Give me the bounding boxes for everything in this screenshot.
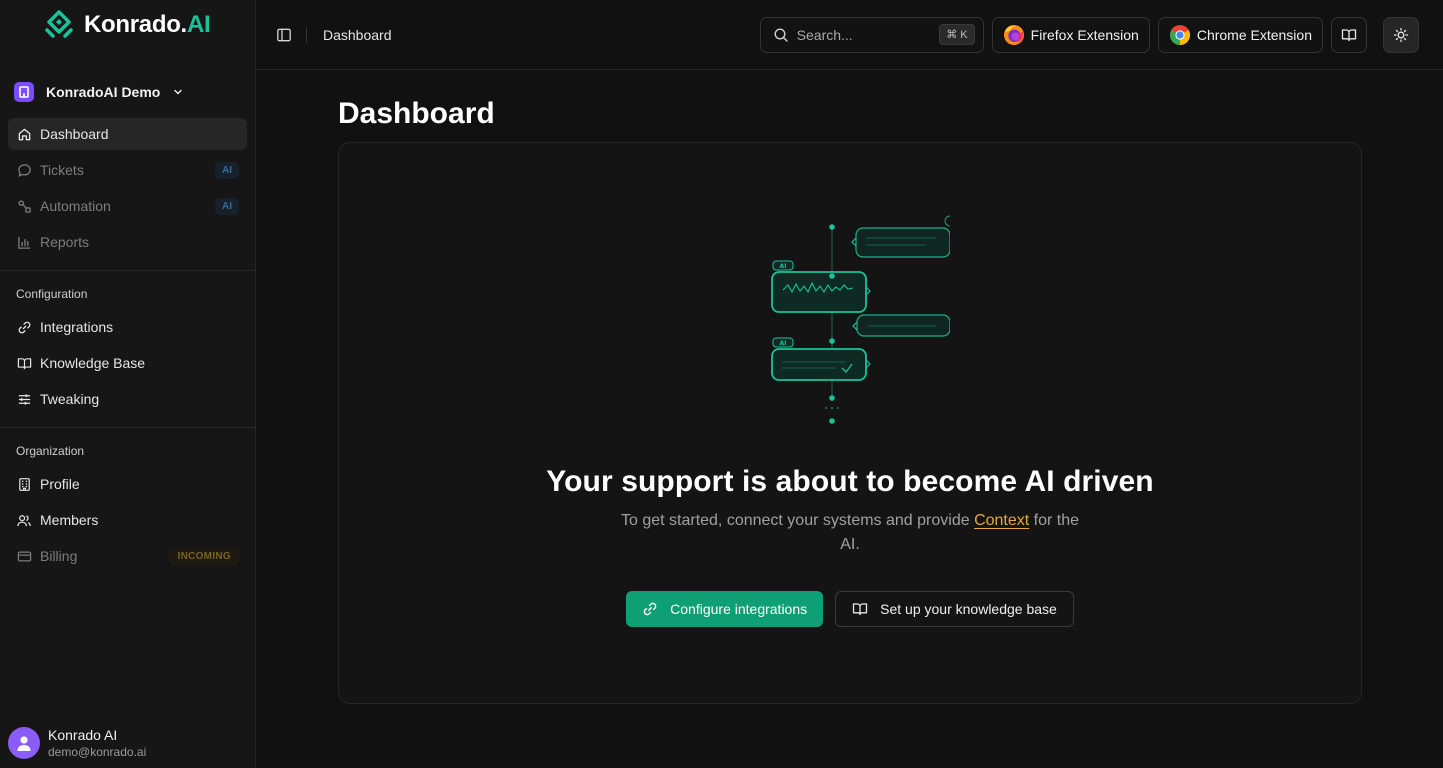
home-icon xyxy=(16,126,32,142)
link-icon xyxy=(643,602,657,616)
chrome-icon xyxy=(1169,24,1190,45)
avatar xyxy=(8,727,40,759)
main-nav: Dashboard Tickets AI Automation AI Repor… xyxy=(0,118,255,262)
setup-knowledge-base-button[interactable]: Set up your knowledge base xyxy=(835,591,1074,627)
chevron-down-icon xyxy=(172,86,184,98)
chrome-extension-button[interactable]: Chrome Extension xyxy=(1157,16,1323,53)
incoming-badge: INCOMING xyxy=(169,547,239,565)
user-icon xyxy=(17,736,31,751)
sidebar-item-label: Members xyxy=(40,512,99,528)
sidebar-item-label: Integrations xyxy=(40,319,114,335)
configuration-nav: Integrations Knowledge Base Tweaking xyxy=(0,311,255,419)
theme-toggle-button[interactable] xyxy=(1383,16,1419,53)
search-input[interactable]: Search... ⌘ K xyxy=(759,16,984,53)
firefox-extension-label: Firefox Extension xyxy=(1030,26,1139,43)
sidebar-item-dashboard[interactable]: Dashboard xyxy=(8,118,247,150)
topbar: Dashboard Search... ⌘ K Firefox Extensio… xyxy=(256,0,1443,70)
search-shortcut: ⌘ K xyxy=(939,24,975,45)
sidebar-item-profile[interactable]: Profile xyxy=(8,468,247,500)
breadcrumb[interactable]: Dashboard xyxy=(323,27,392,43)
context-link[interactable]: Context xyxy=(974,512,1029,529)
configure-integrations-label: Configure integrations xyxy=(670,601,808,617)
workflow-icon xyxy=(16,198,32,214)
sidebar-item-knowledge-base[interactable]: Knowledge Base xyxy=(8,347,247,379)
docs-button[interactable] xyxy=(1331,16,1367,53)
sidebar-panel-icon xyxy=(277,28,291,41)
sidebar-item-tickets[interactable]: Tickets AI xyxy=(8,154,247,186)
main-area: Dashboard Search... ⌘ K Firefox Extensio… xyxy=(256,0,1443,768)
empty-state-card: AI AI Your support is about to become AI… xyxy=(338,142,1362,704)
sidebar-item-label: Reports xyxy=(40,234,90,250)
organization-nav: Profile Members Billing INCOMING xyxy=(0,468,255,576)
book-icon xyxy=(852,603,868,616)
page-title: Dashboard xyxy=(338,97,495,130)
book-icon xyxy=(1341,28,1357,41)
user-menu[interactable]: Konrado AI demo@konrado.ai xyxy=(8,727,146,759)
sliders-icon xyxy=(16,391,32,407)
konrado-logo-icon xyxy=(45,10,73,38)
bar-chart-icon xyxy=(16,234,32,250)
user-info: Konrado AI demo@konrado.ai xyxy=(48,727,146,759)
search-icon xyxy=(774,27,788,42)
setup-knowledge-base-label: Set up your knowledge base xyxy=(880,601,1057,617)
ai-badge: AI xyxy=(215,197,239,215)
firefox-icon xyxy=(1003,24,1024,45)
sidebar-item-label: Billing xyxy=(40,548,78,564)
ai-badge: AI xyxy=(215,161,239,179)
dashboard-content: Dashboard AI AI Your support is about to… xyxy=(256,70,1443,704)
sidebar: Konrado.AI KonradoAI Demo Dashboard Tick… xyxy=(0,0,256,768)
sidebar-item-label: Knowledge Base xyxy=(40,355,146,371)
sidebar-item-billing[interactable]: Billing INCOMING xyxy=(8,540,247,572)
sidebar-item-reports[interactable]: Reports xyxy=(8,226,247,258)
link-icon xyxy=(16,319,32,335)
sidebar-item-label: Dashboard xyxy=(40,126,109,142)
ai-tag-label: AI xyxy=(780,340,787,347)
org-name: KonradoAI Demo xyxy=(46,84,161,100)
chat-bubble-icon xyxy=(16,162,32,178)
sun-icon xyxy=(1393,27,1409,42)
sidebar-item-label: Tickets xyxy=(40,162,84,178)
credit-card-icon xyxy=(16,548,32,564)
sidebar-item-label: Automation xyxy=(40,198,111,214)
user-email: demo@konrado.ai xyxy=(48,745,147,759)
org-badge-icon xyxy=(14,82,34,102)
ai-tag-label: AI xyxy=(780,263,787,270)
brand-logo[interactable]: Konrado.AI xyxy=(0,0,255,50)
sidebar-item-label: Tweaking xyxy=(40,391,100,407)
search-placeholder: Search... xyxy=(796,26,853,43)
user-name: Konrado AI xyxy=(48,727,118,743)
brand-name: Konrado.AI xyxy=(84,11,211,38)
empty-state-actions: Configure integrations Set up your knowl… xyxy=(626,591,1074,627)
section-title-configuration: Configuration xyxy=(16,287,88,301)
configure-integrations-button[interactable]: Configure integrations xyxy=(626,591,824,627)
chrome-extension-label: Chrome Extension xyxy=(1196,26,1312,43)
empty-state-headline: Your support is about to become AI drive… xyxy=(546,465,1154,498)
sidebar-item-automation[interactable]: Automation AI xyxy=(8,190,247,222)
book-icon xyxy=(16,355,32,371)
section-title-organization: Organization xyxy=(16,444,85,458)
sidebar-item-members[interactable]: Members xyxy=(8,504,247,536)
firefox-extension-button[interactable]: Firefox Extension xyxy=(991,16,1150,53)
ai-workflow-illustration: AI AI xyxy=(771,215,950,424)
users-icon xyxy=(16,512,32,528)
building-icon xyxy=(16,476,32,492)
empty-state-description: To get started, connect your systems and… xyxy=(620,512,1080,553)
app-root: Konrado.AI KonradoAI Demo Dashboard Tick… xyxy=(0,0,1443,768)
topbar-separator xyxy=(306,26,307,43)
org-switcher[interactable]: KonradoAI Demo xyxy=(0,66,255,118)
topbar-actions: Search... ⌘ K Firefox Extension Chrome E… xyxy=(759,16,1419,53)
sidebar-item-tweaking[interactable]: Tweaking xyxy=(8,383,247,415)
sidebar-item-label: Profile xyxy=(40,476,80,492)
sidebar-toggle-button[interactable] xyxy=(270,21,298,49)
sidebar-item-integrations[interactable]: Integrations xyxy=(8,311,247,343)
